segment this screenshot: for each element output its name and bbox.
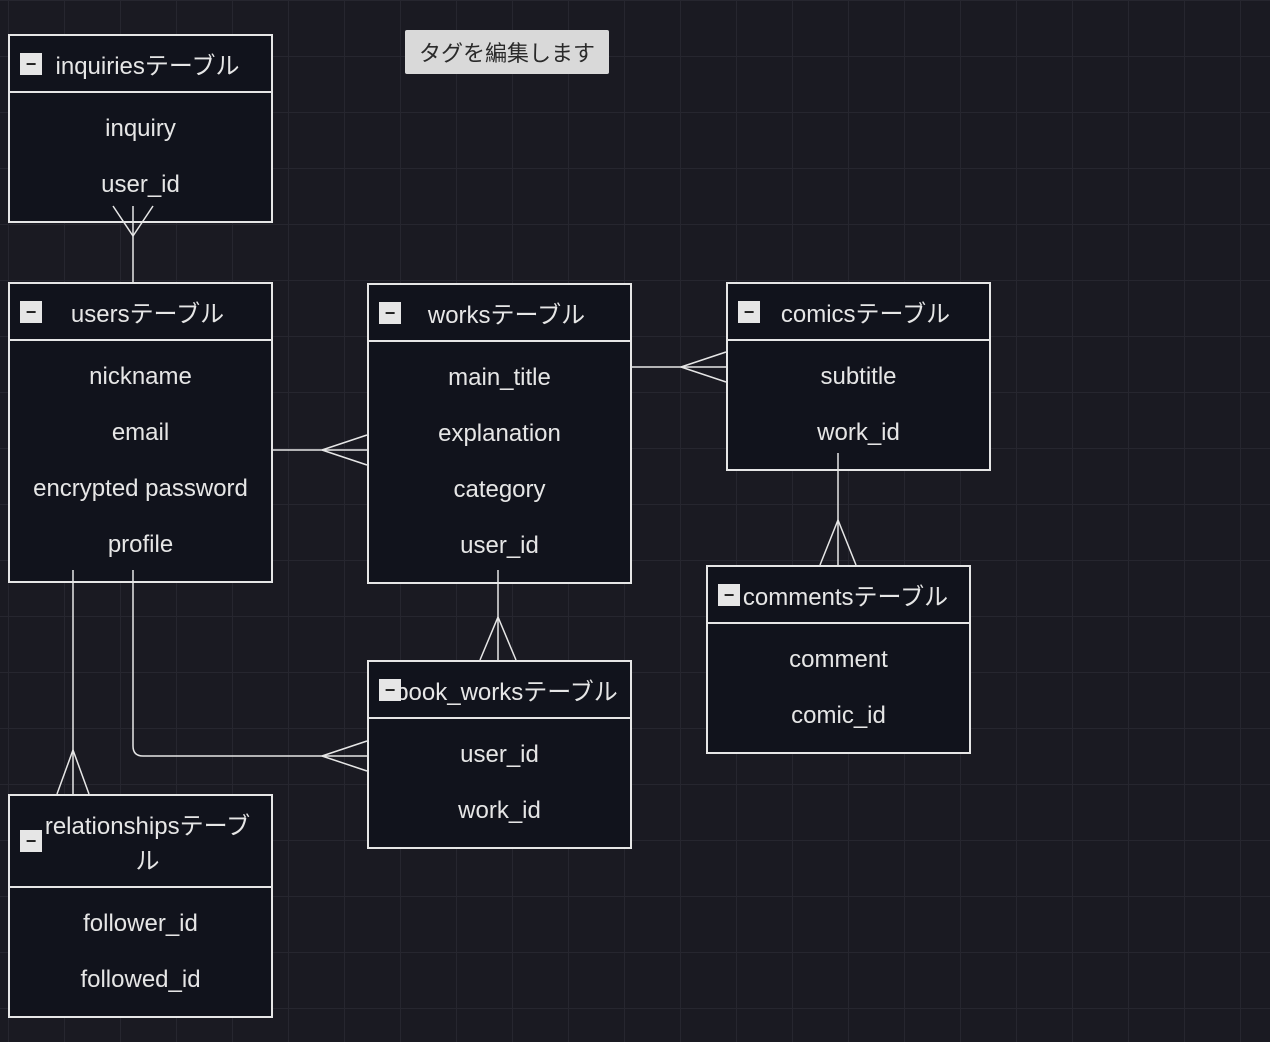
entity-field: nickname bbox=[10, 349, 271, 405]
entity-title: relationshipsテーブル bbox=[34, 806, 261, 876]
entity-field: work_id bbox=[728, 405, 989, 461]
entity-works[interactable]: − worksテーブル main_title explanation categ… bbox=[367, 283, 632, 584]
entity-header[interactable]: − comicsテーブル bbox=[728, 284, 989, 341]
entity-body: nickname email encrypted password profil… bbox=[10, 341, 271, 581]
entity-field: inquiry bbox=[10, 101, 271, 157]
entity-title: comicsテーブル bbox=[752, 294, 979, 329]
entity-field: followed_id bbox=[10, 952, 271, 1008]
entity-field: user_id bbox=[369, 518, 630, 574]
entity-body: main_title explanation category user_id bbox=[369, 342, 630, 582]
entity-header[interactable]: − usersテーブル bbox=[10, 284, 271, 341]
entity-field: work_id bbox=[369, 783, 630, 839]
entity-field: comic_id bbox=[708, 688, 969, 744]
entity-header[interactable]: − worksテーブル bbox=[369, 285, 630, 342]
entity-field: category bbox=[369, 462, 630, 518]
entity-field: explanation bbox=[369, 406, 630, 462]
entity-title: worksテーブル bbox=[393, 295, 620, 330]
entity-inquiries[interactable]: − inquiriesテーブル inquiry user_id bbox=[8, 34, 273, 223]
entity-comics[interactable]: − comicsテーブル subtitle work_id bbox=[726, 282, 991, 471]
edit-tags-button[interactable]: タグを編集します bbox=[405, 30, 609, 74]
entity-header[interactable]: − relationshipsテーブル bbox=[10, 796, 271, 888]
entity-field: main_title bbox=[369, 350, 630, 406]
entity-comments[interactable]: − commentsテーブル comment comic_id bbox=[706, 565, 971, 754]
entity-body: comment comic_id bbox=[708, 624, 969, 752]
entity-field: comment bbox=[708, 632, 969, 688]
entity-header[interactable]: − book_worksテーブル bbox=[369, 662, 630, 719]
entity-field: follower_id bbox=[10, 896, 271, 952]
entity-field: user_id bbox=[10, 157, 271, 213]
entity-book-works[interactable]: − book_worksテーブル user_id work_id bbox=[367, 660, 632, 849]
entity-field: email bbox=[10, 405, 271, 461]
entity-body: user_id work_id bbox=[369, 719, 630, 847]
entity-field: subtitle bbox=[728, 349, 989, 405]
diagram-canvas[interactable]: タグを編集します − inquiriesテーブル inquiry user_id… bbox=[0, 0, 1270, 1042]
entity-body: inquiry user_id bbox=[10, 93, 271, 221]
entity-field: encrypted password bbox=[10, 461, 271, 517]
entity-field: user_id bbox=[369, 727, 630, 783]
entity-users[interactable]: − usersテーブル nickname email encrypted pas… bbox=[8, 282, 273, 583]
entity-title: usersテーブル bbox=[34, 294, 261, 329]
entity-body: follower_id followed_id bbox=[10, 888, 271, 1016]
entity-body: subtitle work_id bbox=[728, 341, 989, 469]
entity-title: book_worksテーブル bbox=[393, 672, 620, 707]
entity-title: inquiriesテーブル bbox=[34, 46, 261, 81]
entity-field: profile bbox=[10, 517, 271, 573]
entity-header[interactable]: − inquiriesテーブル bbox=[10, 36, 271, 93]
entity-relationships[interactable]: − relationshipsテーブル follower_id followed… bbox=[8, 794, 273, 1018]
entity-header[interactable]: − commentsテーブル bbox=[708, 567, 969, 624]
entity-title: commentsテーブル bbox=[732, 577, 959, 612]
